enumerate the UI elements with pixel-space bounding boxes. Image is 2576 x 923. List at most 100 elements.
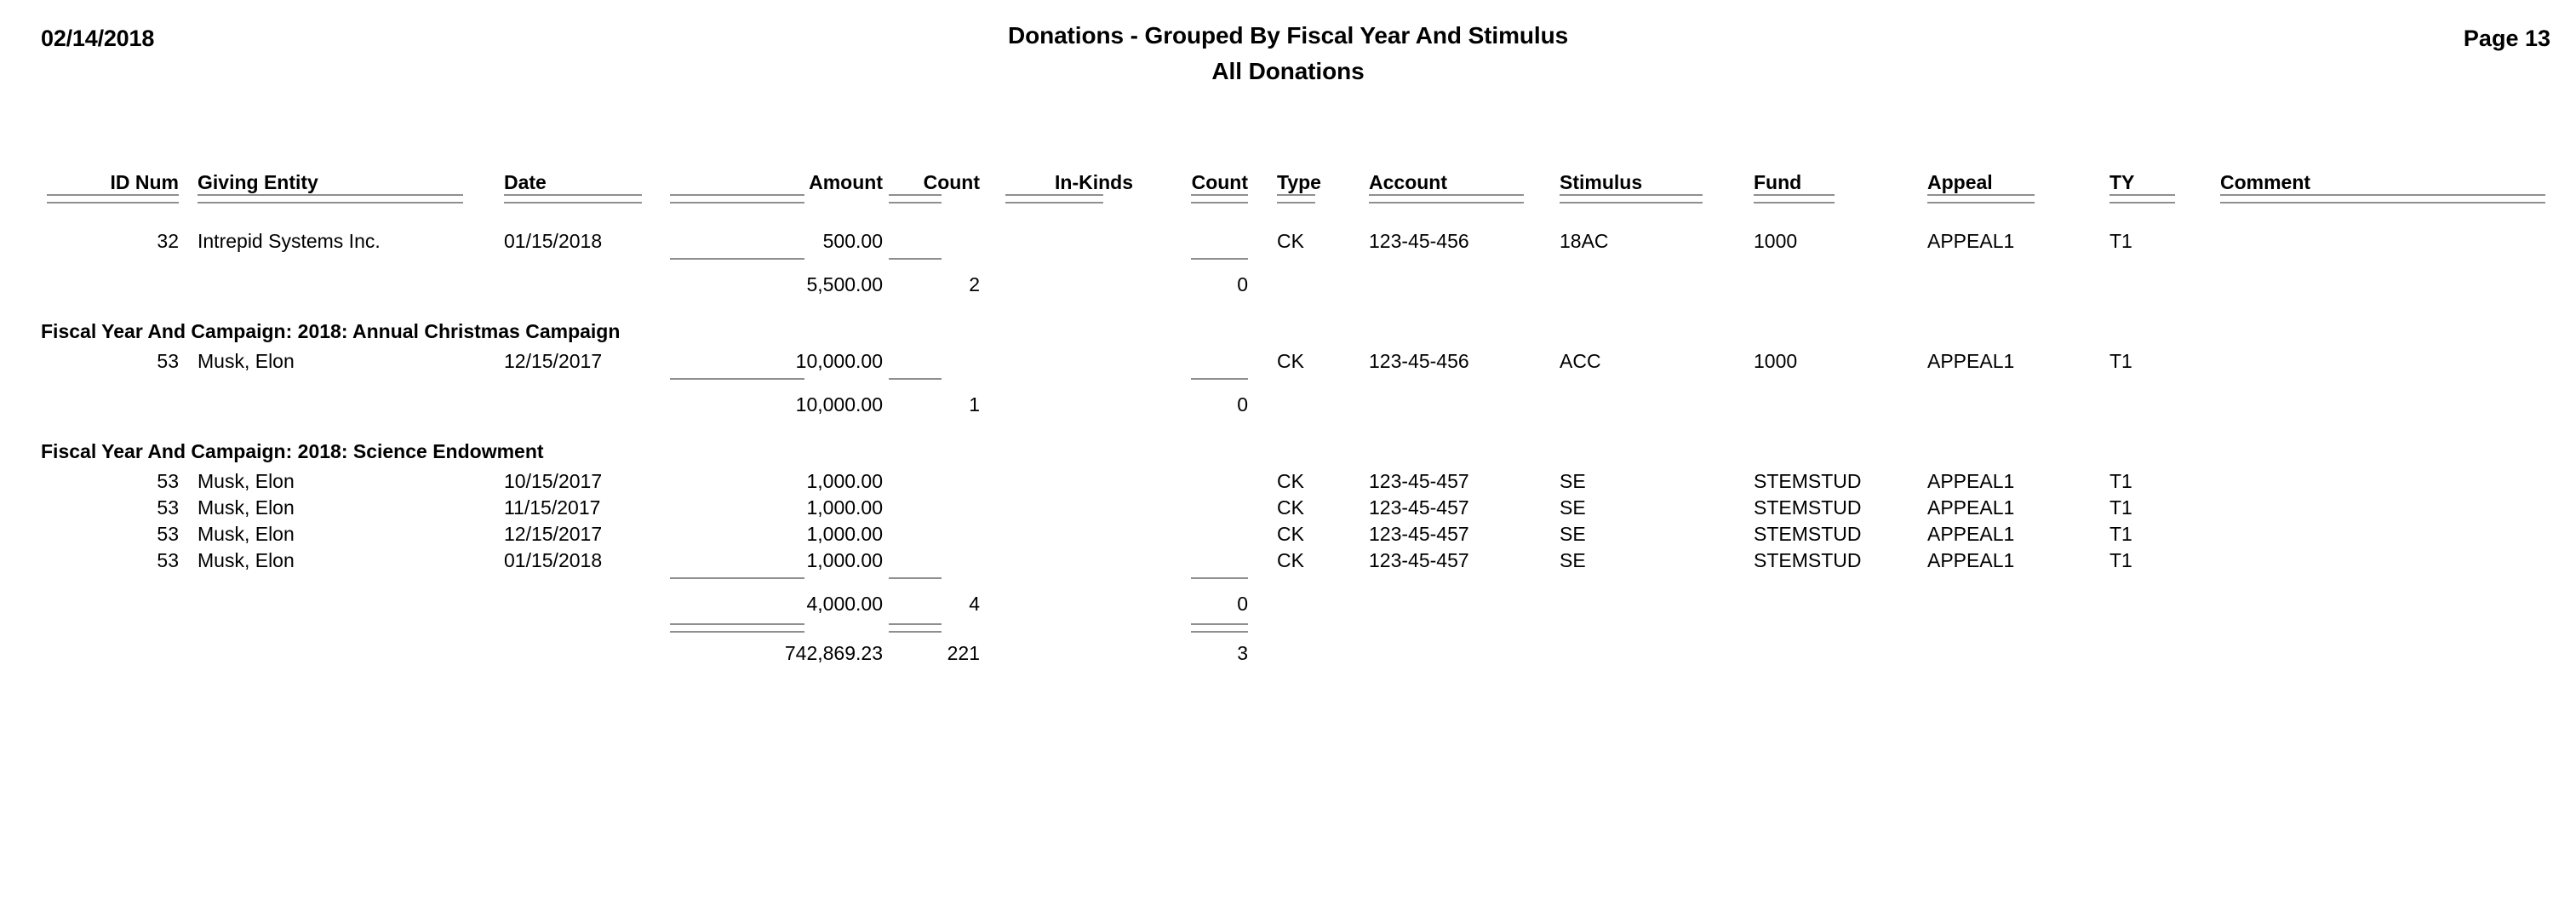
column-header-count: Count: [923, 171, 980, 193]
column-header-rule-date: [504, 194, 642, 204]
cell-fund: STEMSTUD: [1754, 523, 1862, 545]
group-header-1: Fiscal Year And Campaign: 2018: Annual C…: [41, 320, 621, 342]
column-header-giving-entity: Giving Entity: [197, 171, 318, 193]
grand-total-rule-amount: [670, 623, 804, 633]
cell-id-num: 53: [157, 470, 179, 492]
cell-appeal: APPEAL1: [1927, 549, 2015, 571]
column-header-rule-account: [1369, 194, 1524, 204]
cell-ty: T1: [2109, 496, 2132, 519]
cell-date: 01/15/2018: [504, 230, 603, 252]
cell-ty: T1: [2109, 350, 2132, 372]
cell-fund: 1000: [1754, 230, 1798, 252]
subtotal-count2: 0: [1237, 393, 1248, 416]
column-header-date: Date: [504, 171, 547, 193]
cell-fund: STEMSTUD: [1754, 549, 1862, 571]
cell-type: CK: [1277, 230, 1304, 252]
cell-amount: 1,000.00: [806, 496, 883, 519]
column-header-stimulus: Stimulus: [1560, 171, 1643, 193]
cell-id-num: 32: [157, 230, 179, 252]
cell-giving-entity: Musk, Elon: [197, 496, 295, 519]
page-subtitle: All Donations: [1211, 58, 1365, 84]
subtotal-rule-amount: [670, 378, 804, 380]
cell-date: 12/15/2017: [504, 350, 603, 372]
column-header-rule-in-kinds: [1005, 194, 1103, 204]
subtotal-rule-count: [889, 258, 942, 260]
cell-id-num: 53: [157, 523, 179, 545]
cell-stimulus: SE: [1560, 496, 1586, 519]
cell-fund: 1000: [1754, 350, 1798, 372]
column-header-rule-fund: [1754, 194, 1835, 204]
column-header-rule-ty: [2109, 194, 2175, 204]
cell-type: CK: [1277, 549, 1304, 571]
cell-stimulus: 18AC: [1560, 230, 1609, 252]
subtotal-rule-count: [889, 577, 942, 579]
cell-date: 12/15/2017: [504, 523, 603, 545]
cell-ty: T1: [2109, 549, 2132, 571]
cell-amount: 1,000.00: [806, 470, 883, 492]
cell-stimulus: ACC: [1560, 350, 1601, 372]
cell-stimulus: SE: [1560, 523, 1586, 545]
cell-date: 11/15/2017: [504, 496, 601, 519]
cell-appeal: APPEAL1: [1927, 496, 2015, 519]
cell-fund: STEMSTUD: [1754, 496, 1862, 519]
cell-appeal: APPEAL1: [1927, 523, 2015, 545]
cell-account: 123-45-457: [1369, 496, 1469, 519]
cell-giving-entity: Musk, Elon: [197, 549, 295, 571]
column-header-rule-type: [1277, 194, 1315, 204]
subtotal-count: 4: [969, 593, 980, 615]
report-title-block: Donations - Grouped By Fiscal Year And S…: [0, 24, 2576, 83]
column-header-rule-giving-entity: [197, 194, 463, 204]
subtotal-count2: 0: [1237, 273, 1248, 295]
cell-account: 123-45-456: [1369, 350, 1469, 372]
column-header-comment: Comment: [2220, 171, 2311, 193]
cell-id-num: 53: [157, 350, 179, 372]
column-header-rule-appeal: [1927, 194, 2035, 204]
column-header-ty: TY: [2109, 171, 2135, 193]
cell-type: CK: [1277, 470, 1304, 492]
column-header-id-num: ID Num: [110, 171, 180, 193]
cell-account: 123-45-457: [1369, 523, 1469, 545]
cell-amount: 10,000.00: [795, 350, 883, 372]
subtotal-count: 2: [969, 273, 980, 295]
page-number: Page 13: [2463, 26, 2550, 51]
column-header-appeal: Appeal: [1927, 171, 1993, 193]
cell-amount: 500.00: [822, 230, 883, 252]
column-header-rule-count2: [1191, 194, 1248, 204]
column-header-rule-comment: [2220, 194, 2545, 204]
column-header-fund: Fund: [1754, 171, 1802, 193]
cell-ty: T1: [2109, 523, 2132, 545]
column-header-in-kinds: In-Kinds: [1055, 171, 1133, 193]
column-header-rule-amount: [670, 194, 804, 204]
cell-ty: T1: [2109, 470, 2132, 492]
subtotal-rule-count2: [1191, 378, 1248, 380]
cell-account: 123-45-456: [1369, 230, 1469, 252]
cell-giving-entity: Musk, Elon: [197, 350, 295, 372]
cell-stimulus: SE: [1560, 549, 1586, 571]
cell-giving-entity: Musk, Elon: [197, 470, 295, 492]
group-header-2: Fiscal Year And Campaign: 2018: Science …: [41, 440, 544, 462]
page-title: Donations - Grouped By Fiscal Year And S…: [1007, 22, 1569, 49]
subtotal-rule-amount: [670, 577, 804, 579]
cell-giving-entity: Musk, Elon: [197, 523, 295, 545]
cell-amount: 1,000.00: [806, 549, 883, 571]
cell-account: 123-45-457: [1369, 470, 1469, 492]
cell-ty: T1: [2109, 230, 2132, 252]
cell-giving-entity: Intrepid Systems Inc.: [197, 230, 381, 252]
cell-id-num: 53: [157, 496, 179, 519]
subtotal-rule-count: [889, 378, 942, 380]
grand-total-rule-count: [889, 623, 942, 633]
column-header-rule-id-num: [47, 194, 179, 204]
cell-date: 01/15/2018: [504, 549, 603, 571]
page-header: 02/14/2018 Donations - Grouped By Fiscal…: [0, 0, 2576, 119]
cell-appeal: APPEAL1: [1927, 230, 2015, 252]
column-header-type: Type: [1277, 171, 1321, 193]
cell-date: 10/15/2017: [504, 470, 603, 492]
subtotal-rule-count2: [1191, 258, 1248, 260]
grand-total-count2: 3: [1237, 642, 1248, 664]
grand-total-rule-count2: [1191, 623, 1248, 633]
cell-account: 123-45-457: [1369, 549, 1469, 571]
cell-id-num: 53: [157, 549, 179, 571]
column-header-count2: Count: [1191, 171, 1248, 193]
subtotal-count: 1: [969, 393, 980, 416]
subtotal-rule-amount: [670, 258, 804, 260]
